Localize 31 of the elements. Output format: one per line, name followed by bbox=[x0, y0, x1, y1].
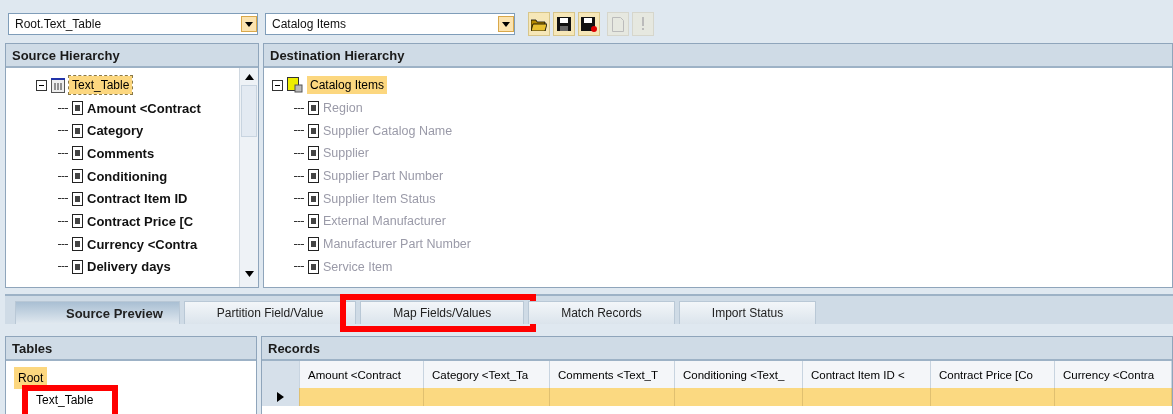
pane-header: Records bbox=[262, 337, 1172, 361]
tab[interactable]: Match Records bbox=[528, 301, 675, 324]
tree-item[interactable]: Conditioning bbox=[87, 168, 168, 184]
combo-value: Catalog Items bbox=[272, 17, 348, 31]
tab[interactable]: Import Status bbox=[678, 301, 817, 324]
tree-root-item[interactable]: Catalog Items bbox=[307, 76, 388, 95]
tree-item[interactable]: Contract Price [C bbox=[87, 213, 194, 229]
column-header[interactable]: Category <Text_Ta bbox=[424, 361, 550, 388]
tree-root-item[interactable]: Text_Table bbox=[69, 76, 133, 95]
column-header[interactable]: Conditioning <Text_ bbox=[675, 361, 803, 388]
destination-combo[interactable]: Catalog Items bbox=[265, 13, 515, 35]
pane-header: Destination Hierarchy bbox=[264, 44, 1172, 68]
combo-value: Root.Text_Table bbox=[15, 17, 103, 31]
table-item[interactable]: Text_Table bbox=[32, 389, 98, 411]
column-header[interactable]: Amount <Contract bbox=[300, 361, 424, 388]
pane-header: Tables bbox=[6, 337, 256, 361]
column-header[interactable]: Contract Price [Co bbox=[931, 361, 1055, 388]
tab[interactable]: Source Preview bbox=[15, 301, 180, 324]
tree-item[interactable]: Currency <Contra bbox=[87, 236, 198, 252]
pane-header: Source Hierarchy bbox=[6, 44, 258, 68]
tree-item[interactable]: Category bbox=[87, 123, 144, 139]
column-header[interactable]: Currency <Contra bbox=[1055, 361, 1172, 388]
tree-item[interactable]: Comments bbox=[87, 145, 155, 161]
tab[interactable]: Partition Field/Value bbox=[183, 301, 357, 324]
tree-item[interactable]: Delivery days bbox=[87, 259, 171, 275]
tree-item[interactable]: Amount <Contract bbox=[87, 100, 201, 116]
column-header[interactable]: Comments <Text_T bbox=[550, 361, 675, 388]
source-combo[interactable]: Root.Text_Table bbox=[8, 13, 258, 35]
tree-item[interactable]: Contract Item ID bbox=[87, 191, 188, 207]
tab[interactable]: Map Fields/Values bbox=[360, 301, 525, 324]
column-header[interactable]: Contract Item ID < bbox=[803, 361, 931, 388]
